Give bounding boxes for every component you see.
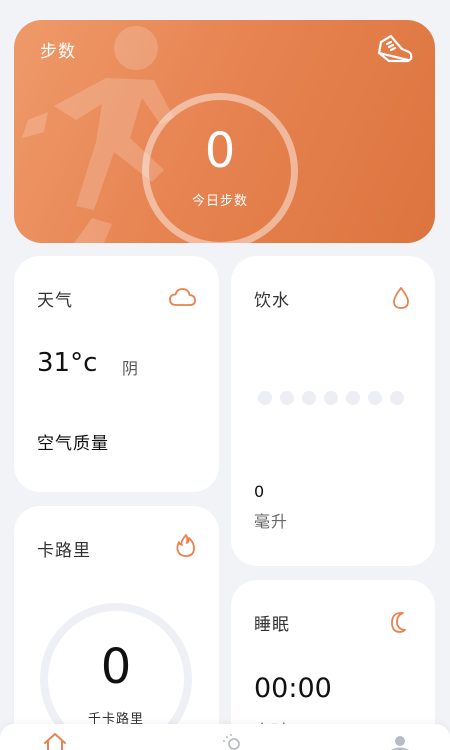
shoe-icon[interactable] [375, 32, 413, 66]
flame-icon [176, 534, 195, 557]
tab-profile[interactable] [370, 732, 430, 750]
weather-card[interactable]: 天气 31°c 阴 空气质量 [14, 256, 219, 492]
weather-condition: 阴 [122, 359, 139, 378]
water-cup-dot[interactable] [346, 391, 360, 405]
steps-value: 0 [204, 123, 236, 179]
bottom-tab-bar [0, 724, 450, 750]
calorie-card[interactable]: 卡路里 0 千卡路里 [14, 506, 219, 750]
water-cup-dot[interactable] [302, 391, 316, 405]
water-cup-dot[interactable] [280, 391, 294, 405]
sleep-stats-icon [223, 734, 240, 750]
water-cup-dot[interactable] [258, 391, 272, 405]
moon-icon [391, 612, 406, 633]
profile-icon [391, 736, 409, 750]
sleep-value: 00:00 [254, 673, 332, 704]
tab-home[interactable] [25, 732, 85, 750]
steps-subtitle: 今日步数 [191, 194, 248, 209]
water-cup-dot[interactable] [390, 391, 404, 405]
water-card[interactable]: 饮水 0 毫升 [231, 256, 435, 566]
water-cup-dot[interactable] [324, 391, 338, 405]
calorie-title: 卡路里 [37, 541, 91, 561]
tab-sleep-stats[interactable] [200, 732, 260, 750]
water-title: 饮水 [254, 291, 290, 311]
temperature-value: 31°c [37, 348, 98, 378]
air-quality-label: 空气质量 [37, 434, 109, 454]
water-cups [258, 391, 408, 407]
water-value: 0 [254, 482, 265, 501]
steps-title: 步数 [40, 42, 76, 62]
steps-card[interactable]: 步数 0 今日步数 [14, 20, 435, 243]
calorie-value: 0 [100, 639, 132, 695]
water-unit: 毫升 [254, 512, 289, 531]
cloud-icon [169, 288, 196, 306]
water-cup-dot[interactable] [368, 391, 382, 405]
home-icon [44, 733, 66, 750]
sleep-title: 睡眠 [254, 615, 290, 635]
water-drop-icon [393, 287, 409, 309]
weather-title: 天气 [37, 291, 73, 311]
